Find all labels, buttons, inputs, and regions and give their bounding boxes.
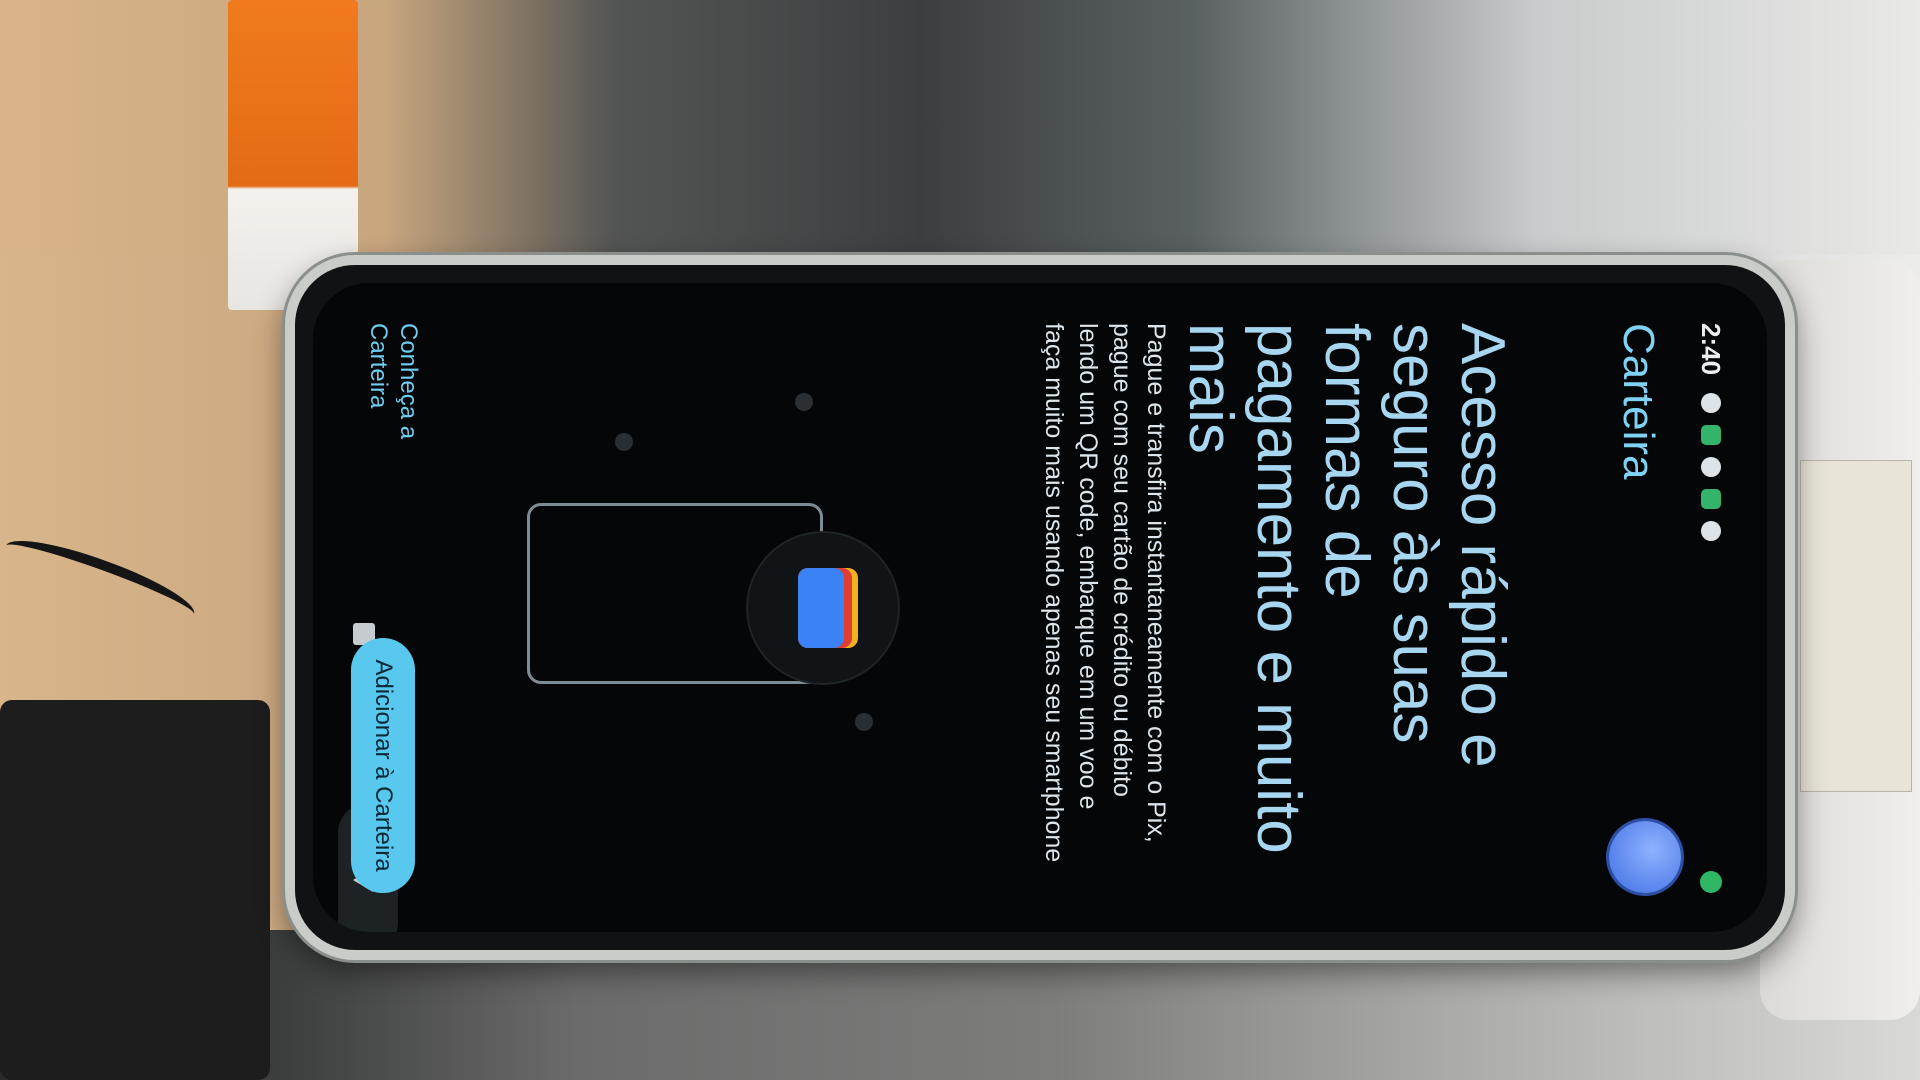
add-to-wallet-button[interactable]: Adicionar à Carteira <box>351 638 415 893</box>
status-time: 2:40 <box>1696 323 1727 376</box>
phone-device: 2:40 Carteira Acesso rápido e seguro às … <box>285 255 1795 960</box>
page-description: Pague e transfira instantaneamente com o… <box>1040 323 1170 863</box>
background-dark-block <box>0 700 270 1080</box>
message-icon <box>1701 489 1721 510</box>
status-bar: 2:40 <box>1691 323 1731 893</box>
illustration-dot <box>855 713 873 731</box>
page-headline: Acesso rápido e seguro às suas formas de… <box>1176 323 1518 854</box>
status-icons <box>1701 393 1721 542</box>
app-title: Carteira <box>1614 323 1663 480</box>
dot-icon <box>1701 457 1721 478</box>
misc-icon <box>1701 521 1721 542</box>
notification-icon <box>1701 393 1721 414</box>
phone-screen: 2:40 Carteira Acesso rápido e seguro às … <box>313 283 1767 932</box>
avatar[interactable] <box>1609 821 1681 893</box>
status-right <box>1700 871 1722 893</box>
mount-label <box>1800 460 1912 792</box>
wallet-illustration <box>527 353 933 873</box>
app-notification-icon <box>1701 425 1721 446</box>
illustration-dot <box>615 433 633 451</box>
privacy-indicator-icon <box>1700 871 1722 893</box>
illustration-dot <box>795 393 813 411</box>
app-screen: 2:40 Carteira Acesso rápido e seguro às … <box>313 283 1753 932</box>
background-cable <box>0 527 201 633</box>
learn-more-link[interactable]: Conheça a Carteira <box>363 323 423 483</box>
wallet-icon <box>798 568 858 648</box>
